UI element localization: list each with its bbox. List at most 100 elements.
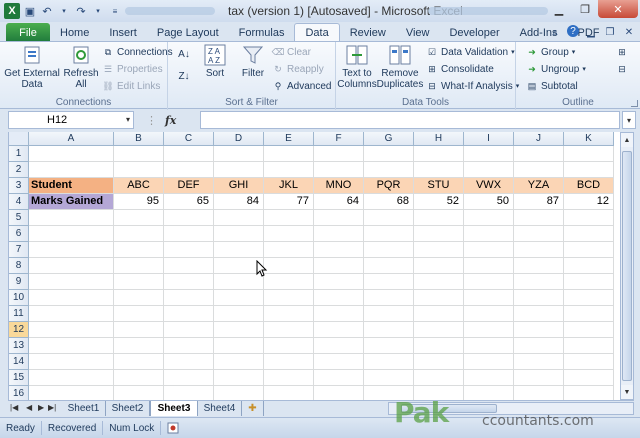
cell-j11[interactable]: [514, 306, 564, 322]
cell-e5[interactable]: [264, 210, 314, 226]
cell-j6[interactable]: [514, 226, 564, 242]
cell-a9[interactable]: [29, 274, 114, 290]
cell-k15[interactable]: [564, 370, 614, 386]
expand-formula-bar-icon[interactable]: ▾: [622, 111, 636, 129]
tab-page-layout[interactable]: Page Layout: [147, 23, 229, 42]
cell-c14[interactable]: [164, 354, 214, 370]
row-header-7[interactable]: 7: [9, 242, 29, 258]
cell-g3[interactable]: PQR: [364, 178, 414, 194]
refresh-all-button[interactable]: Refresh All: [62, 44, 100, 90]
column-header-f[interactable]: F: [314, 132, 364, 146]
cell-e9[interactable]: [264, 274, 314, 290]
cell-a1[interactable]: [29, 146, 114, 162]
row-header-9[interactable]: 9: [9, 274, 29, 290]
sort-button[interactable]: Z AA Z Sort: [200, 44, 230, 79]
cell-k13[interactable]: [564, 338, 614, 354]
cell-e11[interactable]: [264, 306, 314, 322]
undo-icon[interactable]: ↶: [40, 4, 54, 18]
cell-c9[interactable]: [164, 274, 214, 290]
column-header-a[interactable]: A: [29, 132, 114, 146]
cell-e2[interactable]: [264, 162, 314, 178]
cell-f15[interactable]: [314, 370, 364, 386]
row-header-3[interactable]: 3: [9, 178, 29, 194]
cell-i4[interactable]: 50: [464, 194, 514, 210]
last-sheet-icon[interactable]: ▶|: [48, 403, 56, 412]
cell-c10[interactable]: [164, 290, 214, 306]
name-box[interactable]: H12 ▾: [8, 111, 134, 129]
cell-e13[interactable]: [264, 338, 314, 354]
workbook-close-icon[interactable]: ✕: [622, 25, 636, 39]
cell-g9[interactable]: [364, 274, 414, 290]
cell-a11[interactable]: [29, 306, 114, 322]
cell-d16[interactable]: [214, 386, 264, 400]
cell-k9[interactable]: [564, 274, 614, 290]
cell-b11[interactable]: [114, 306, 164, 322]
next-sheet-icon[interactable]: ▶: [38, 403, 44, 412]
cell-b15[interactable]: [114, 370, 164, 386]
cell-j8[interactable]: [514, 258, 564, 274]
cell-c11[interactable]: [164, 306, 214, 322]
get-external-data-button[interactable]: Get External Data: [4, 44, 60, 90]
filter-button[interactable]: Filter: [238, 44, 268, 79]
row-header-12[interactable]: 12: [9, 322, 29, 338]
cell-a3[interactable]: Student: [29, 178, 114, 194]
customize-qat-icon[interactable]: ≡: [108, 4, 122, 18]
cell-e6[interactable]: [264, 226, 314, 242]
cell-i6[interactable]: [464, 226, 514, 242]
outline-dialog-launcher-icon[interactable]: [631, 100, 638, 107]
cell-e12[interactable]: [264, 322, 314, 338]
cell-a5[interactable]: [29, 210, 114, 226]
cell-c12[interactable]: [164, 322, 214, 338]
tab-file[interactable]: File: [6, 23, 50, 42]
row-header-10[interactable]: 10: [9, 290, 29, 306]
row-header-5[interactable]: 5: [9, 210, 29, 226]
cell-b16[interactable]: [114, 386, 164, 400]
cell-f5[interactable]: [314, 210, 364, 226]
cell-a2[interactable]: [29, 162, 114, 178]
save-icon[interactable]: ▣: [23, 4, 37, 18]
cell-a8[interactable]: [29, 258, 114, 274]
cell-h12[interactable]: [414, 322, 464, 338]
column-header-c[interactable]: C: [164, 132, 214, 146]
cell-c8[interactable]: [164, 258, 214, 274]
cell-a10[interactable]: [29, 290, 114, 306]
tab-review[interactable]: Review: [340, 23, 396, 42]
cell-h9[interactable]: [414, 274, 464, 290]
column-header-e[interactable]: E: [264, 132, 314, 146]
scroll-down-icon[interactable]: ▼: [621, 385, 633, 399]
close-icon[interactable]: ✕: [598, 0, 638, 18]
cell-i13[interactable]: [464, 338, 514, 354]
cell-h1[interactable]: [414, 146, 464, 162]
cell-a6[interactable]: [29, 226, 114, 242]
cell-c2[interactable]: [164, 162, 214, 178]
cell-f3[interactable]: MNO: [314, 178, 364, 194]
cell-d4[interactable]: 84: [214, 194, 264, 210]
cell-i5[interactable]: [464, 210, 514, 226]
cell-g13[interactable]: [364, 338, 414, 354]
first-sheet-icon[interactable]: |◀: [10, 403, 18, 412]
restore-icon[interactable]: ❐: [572, 0, 598, 18]
cell-e8[interactable]: [264, 258, 314, 274]
cell-b5[interactable]: [114, 210, 164, 226]
cell-d15[interactable]: [214, 370, 264, 386]
tab-developer[interactable]: Developer: [439, 23, 509, 42]
row-header-13[interactable]: 13: [9, 338, 29, 354]
cell-k7[interactable]: [564, 242, 614, 258]
subtotal-button[interactable]: ▤ Subtotal: [526, 80, 578, 92]
cell-j1[interactable]: [514, 146, 564, 162]
cell-b1[interactable]: [114, 146, 164, 162]
cell-d3[interactable]: GHI: [214, 178, 264, 194]
cell-e16[interactable]: [264, 386, 314, 400]
cell-b12[interactable]: [114, 322, 164, 338]
cell-j10[interactable]: [514, 290, 564, 306]
cell-k5[interactable]: [564, 210, 614, 226]
cell-f1[interactable]: [314, 146, 364, 162]
cell-a14[interactable]: [29, 354, 114, 370]
cell-h2[interactable]: [414, 162, 464, 178]
cell-d14[interactable]: [214, 354, 264, 370]
cell-d2[interactable]: [214, 162, 264, 178]
cell-f11[interactable]: [314, 306, 364, 322]
cell-g10[interactable]: [364, 290, 414, 306]
cell-b10[interactable]: [114, 290, 164, 306]
cell-i14[interactable]: [464, 354, 514, 370]
